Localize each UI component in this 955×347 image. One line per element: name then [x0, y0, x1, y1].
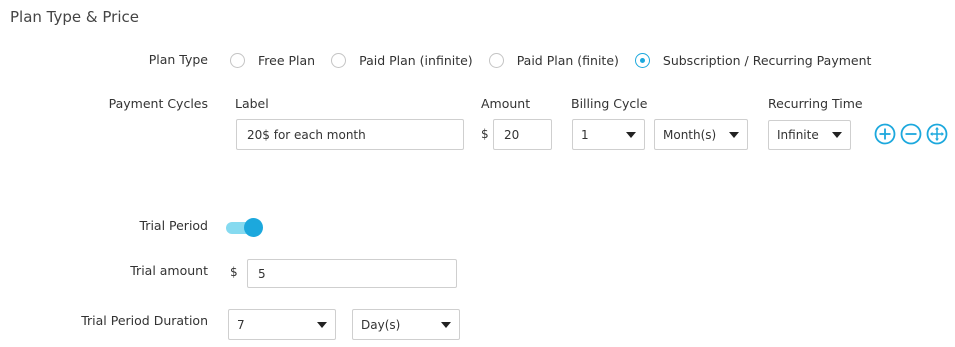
trial-currency-symbol: $	[230, 265, 238, 279]
payment-cycles-label: Payment Cycles	[108, 96, 208, 111]
trial-duration-count-select[interactable]: 7	[228, 309, 336, 340]
billing-cycle-count-select[interactable]: 1	[572, 119, 645, 150]
trial-period-toggle[interactable]	[226, 217, 266, 239]
radio-button[interactable]	[331, 52, 347, 68]
radio-paid-plan-infinite[interactable]: Paid Plan (infinite)	[331, 52, 473, 68]
radio-free-plan[interactable]: Free Plan	[230, 52, 316, 68]
trial-amount-value: 5	[258, 266, 266, 281]
recurring-time-select[interactable]: Infinite	[768, 120, 851, 150]
trial-duration-label: Trial Period Duration	[81, 313, 208, 328]
amount-column-header: Amount	[481, 96, 531, 111]
billing-cycle-count-value: 1	[581, 127, 589, 142]
billing-cycle-column-header: Billing Cycle	[571, 96, 648, 111]
section-title: Plan Type & Price	[10, 8, 139, 26]
trial-duration-unit-select[interactable]: Day(s)	[352, 309, 460, 340]
cycle-label-value: 20$ for each month	[247, 127, 366, 142]
radio-label: Paid Plan (finite)	[516, 52, 619, 68]
trial-duration-unit-value: Day(s)	[361, 317, 401, 332]
recurring-time-value: Infinite	[777, 128, 819, 142]
radio-paid-plan-finite[interactable]: Paid Plan (finite)	[488, 52, 619, 68]
amount-currency-symbol: $	[481, 127, 489, 141]
minus-circle-icon[interactable]	[900, 123, 922, 145]
trial-amount-label: Trial amount	[130, 263, 208, 278]
radio-label: Paid Plan (infinite)	[359, 52, 473, 68]
radio-subscription[interactable]: Subscription / Recurring Payment	[634, 52, 872, 68]
amount-value: 20	[504, 127, 520, 142]
radio-button[interactable]	[488, 52, 504, 68]
recurring-time-column-header: Recurring Time	[768, 96, 863, 111]
plan-type-radio-group: Free Plan Paid Plan (infinite) Paid Plan…	[230, 51, 887, 69]
chevron-down-icon	[317, 321, 327, 328]
radio-label: Subscription / Recurring Payment	[662, 52, 872, 68]
radio-button[interactable]	[230, 52, 245, 68]
plus-circle-icon[interactable]	[874, 123, 896, 145]
trial-duration-count-value: 7	[237, 317, 245, 332]
billing-cycle-unit-select[interactable]: Month(s)	[654, 119, 748, 150]
amount-input[interactable]: 20	[493, 119, 552, 150]
chevron-down-icon	[729, 131, 739, 138]
cycle-label-input[interactable]: 20$ for each month	[236, 119, 464, 150]
plan-type-label: Plan Type	[148, 52, 208, 67]
trial-amount-input[interactable]: 5	[247, 259, 457, 288]
billing-cycle-unit-value: Month(s)	[663, 127, 717, 142]
chevron-down-icon	[832, 132, 842, 138]
radio-label: Free Plan	[258, 52, 316, 68]
toggle-knob	[244, 218, 263, 237]
radio-button[interactable]	[634, 52, 650, 68]
label-column-header: Label	[235, 96, 269, 111]
chevron-down-icon	[626, 131, 636, 138]
trial-period-label: Trial Period	[139, 218, 209, 233]
move-circle-icon[interactable]	[926, 123, 948, 145]
chevron-down-icon	[441, 321, 451, 328]
